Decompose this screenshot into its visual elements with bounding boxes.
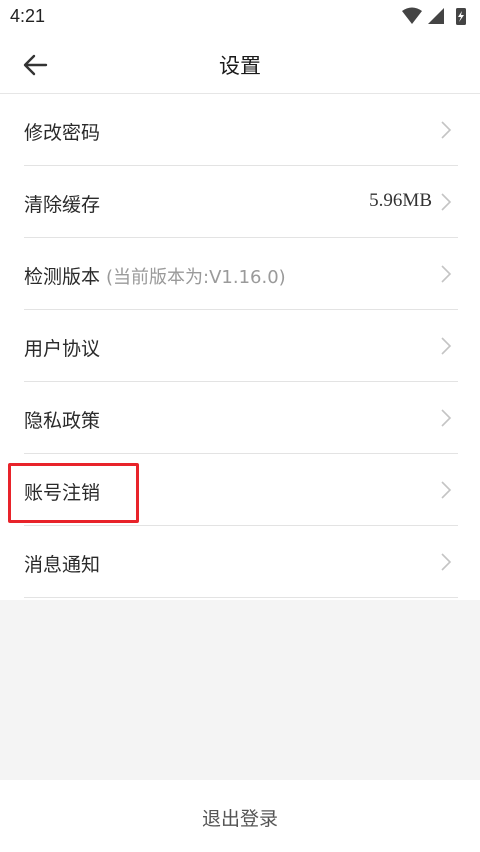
settings-item-user-agreement[interactable]: 用户协议 [24, 310, 458, 382]
settings-item-label: 修改密码 [24, 122, 101, 144]
settings-item-label: 消息通知 [24, 554, 101, 576]
chevron-right-icon [441, 193, 452, 211]
chevron-right-icon [441, 121, 452, 139]
chevron-right-icon [441, 481, 452, 499]
chevron-right-icon [441, 409, 452, 427]
settings-item-privacy-policy[interactable]: 隐私政策 [24, 382, 458, 454]
wifi-icon [402, 7, 422, 24]
settings-item-check-version[interactable]: 检测版本 (当前版本为:V1.16.0) [24, 238, 458, 310]
chevron-right-icon [441, 265, 452, 283]
chevron-right-icon [441, 553, 452, 571]
cache-size-value: 5.96MB [369, 190, 432, 211]
settings-item-account-cancellation[interactable]: 账号注销 [24, 454, 458, 526]
status-time: 4:21 [10, 6, 46, 26]
page-title: 设置 [219, 54, 261, 78]
settings-item-notifications[interactable]: 消息通知 [24, 526, 458, 598]
signal-icon [428, 8, 444, 24]
check-version-label: 检测版本 [24, 266, 101, 288]
status-icons [402, 7, 466, 25]
chevron-right-icon [441, 337, 452, 355]
settings-item-label: 隐私政策 [24, 410, 101, 432]
settings-item-label: 检测版本 (当前版本为:V1.16.0) [24, 262, 286, 289]
settings-item-label: 用户协议 [24, 338, 101, 360]
logout-label: 退出登录 [201, 808, 278, 830]
header: 设置 [0, 34, 480, 94]
settings-item-change-password[interactable]: 修改密码 [24, 94, 458, 166]
settings-item-label: 账号注销 [24, 482, 101, 504]
settings-item-clear-cache[interactable]: 清除缓存 5.96MB [24, 166, 458, 238]
status-bar: 4:21 [0, 0, 480, 34]
settings-item-label: 清除缓存 [24, 194, 101, 216]
settings-list: 修改密码 清除缓存 5.96MB 检测版本 (当前版本为:V1.16.0) 用户协… [0, 94, 480, 600]
current-version-text: (当前版本为:V1.16.0) [106, 267, 286, 288]
logout-button[interactable]: 退出登录 [0, 780, 480, 852]
